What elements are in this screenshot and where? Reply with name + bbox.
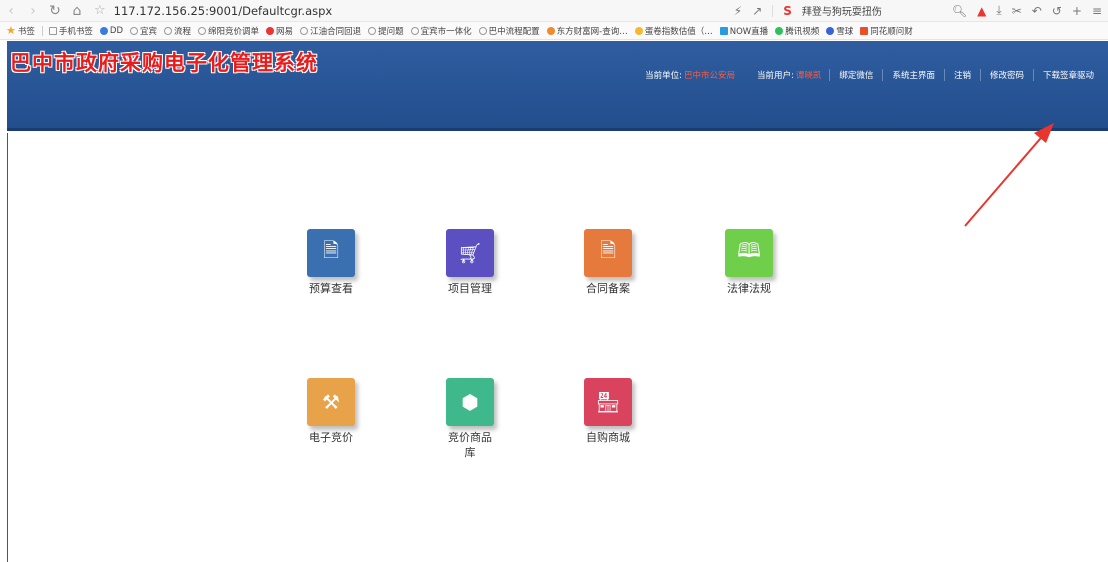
annotation-arrow <box>964 123 1054 227</box>
